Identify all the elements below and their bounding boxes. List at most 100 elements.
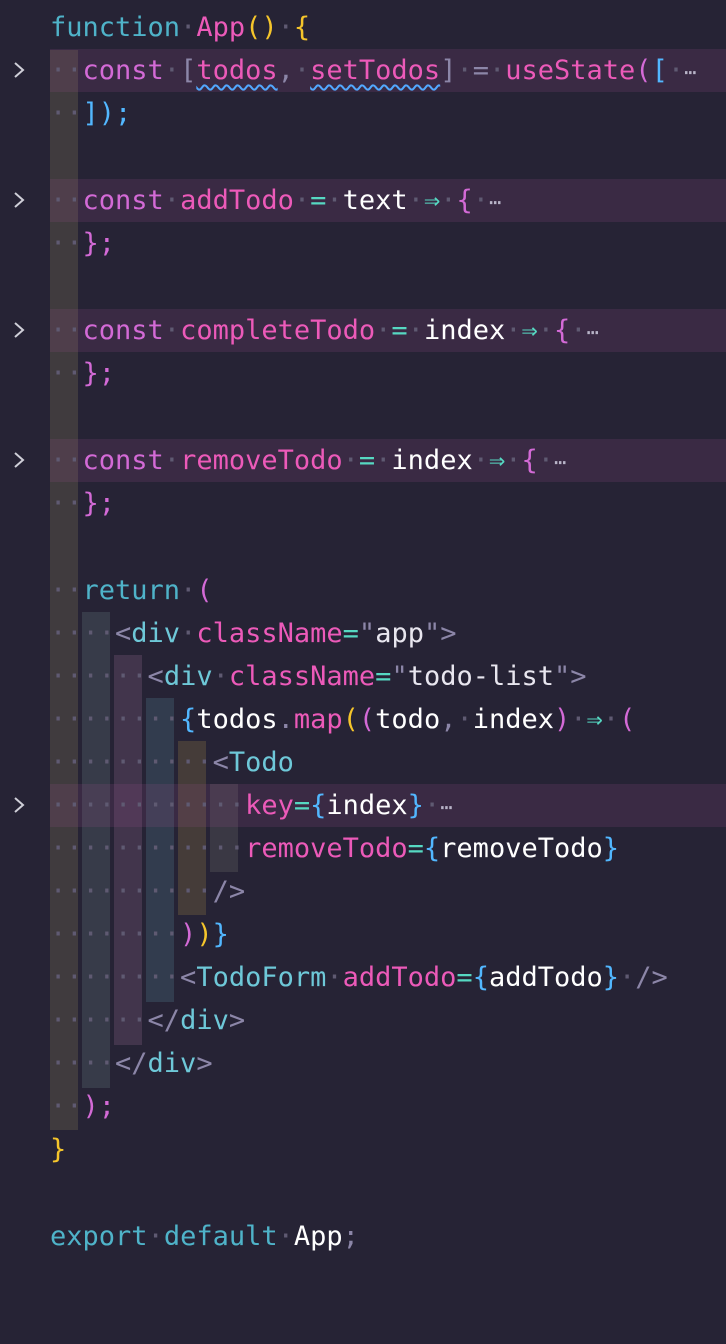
code-line-folded[interactable]: ··const·removeTodo·=·index·⇒·{·⋯ [0, 439, 726, 482]
bracket: [ [180, 55, 197, 86]
bracket: { [456, 185, 473, 216]
code-line[interactable]: ········<TodoForm·addTodo={addTodo}·/> [0, 956, 726, 999]
operator: = [342, 618, 359, 649]
code-line[interactable]: ············removeTodo={removeTodo} [0, 827, 726, 870]
chevron-right-icon[interactable] [10, 61, 28, 79]
function-call: useState [505, 55, 636, 86]
keyword: function [50, 12, 181, 43]
code-line-folded[interactable]: ··const·[todos,·setTodos]·=·useState([·⋯ [0, 49, 726, 92]
operator: = [407, 833, 424, 864]
bracket: ( [619, 704, 636, 735]
bracket: ( [358, 704, 376, 735]
punctuation: . [277, 704, 294, 735]
bracket: ( [635, 55, 652, 86]
code-line[interactable]: ··]); [0, 92, 726, 135]
bracket: ) [196, 919, 213, 950]
tag-bracket: > [570, 661, 587, 692]
tag-bracket: < [115, 618, 132, 649]
ellipsis-icon[interactable]: ⋯ [489, 190, 501, 214]
jsx-tag: div [147, 1048, 197, 1079]
bracket: }; [82, 358, 116, 389]
code-line[interactable]: ········{todos.map((todo,·index)·⇒·( [0, 698, 726, 741]
operator: = [456, 962, 473, 993]
jsx-attribute: addTodo [342, 962, 457, 993]
bracket: ) [554, 704, 571, 735]
jsx-attribute: removeTodo [245, 833, 408, 864]
punctuation: , [440, 704, 457, 735]
function-name: removeTodo [180, 445, 343, 476]
ellipsis-icon[interactable]: ⋯ [554, 450, 566, 474]
bracket: } [50, 1134, 67, 1165]
ellipsis-icon[interactable]: ⋯ [587, 320, 599, 344]
code-line[interactable]: ··········/> [0, 870, 726, 913]
code-line[interactable]: ··}; [0, 222, 726, 265]
jsx-tag: div [180, 1005, 229, 1036]
variable: removeTodo [440, 833, 603, 864]
bracket: ) [180, 919, 197, 950]
parameter: index [423, 315, 506, 346]
code-line[interactable]: ········))} [0, 913, 726, 956]
parameter: todo [375, 704, 441, 735]
arrow-operator: ⇒ [586, 704, 603, 735]
tag-bracket: > [440, 618, 457, 649]
bracket: [ [651, 55, 668, 86]
string: app [375, 618, 424, 649]
punctuation: " [358, 618, 376, 649]
bracket: { [554, 315, 571, 346]
code-line[interactable]: export·default·App; [0, 1215, 726, 1258]
tag-bracket: </ [115, 1048, 148, 1079]
bracket: }; [82, 488, 116, 519]
bracket: ]); [82, 98, 132, 129]
tag-bracket: </ [147, 1005, 181, 1036]
keyword: default [163, 1221, 278, 1252]
ellipsis-icon[interactable]: ⋯ [440, 795, 452, 819]
code-line[interactable]: ······</div> [0, 999, 726, 1042]
chevron-right-icon[interactable] [10, 796, 28, 814]
code-line[interactable]: ··}; [0, 352, 726, 395]
operator: = [375, 661, 392, 692]
parameter: index [391, 445, 473, 476]
tag-bracket: > [228, 1005, 246, 1036]
code-line[interactable]: ··return·( [0, 569, 726, 612]
variable: todos [196, 704, 278, 735]
code-line-folded[interactable]: ············key={index}·⋯ [0, 784, 726, 827]
keyword: return [82, 575, 181, 606]
variable: setTodos [310, 55, 441, 86]
bracket: { [310, 790, 327, 821]
operator: = [358, 445, 376, 476]
parameter: index [472, 704, 555, 735]
function-name: completeTodo [180, 315, 376, 346]
ellipsis-icon[interactable]: ⋯ [684, 60, 696, 84]
chevron-right-icon[interactable] [10, 191, 28, 209]
punctuation: , [277, 55, 294, 86]
bracket: ); [82, 1091, 116, 1122]
jsx-attribute: className [228, 661, 376, 692]
bracket: { [180, 704, 197, 735]
code-line[interactable]: ··········<Todo [0, 741, 726, 784]
code-line[interactable]: ······<div·className="todo-list"> [0, 655, 726, 698]
code-line[interactable]: ····<div·className="app"> [0, 612, 726, 655]
code-line-folded[interactable]: ··const·addTodo·=·text·⇒·{·⋯ [0, 179, 726, 222]
code-editor[interactable]: function·App()·{ ··const·[todos,·setTodo… [0, 0, 726, 1264]
code-line[interactable]: function·App()·{ [0, 6, 726, 49]
operator: = [293, 790, 311, 821]
bracket: { [472, 962, 489, 993]
code-line[interactable]: ··}; [0, 482, 726, 525]
tag-bracket: > [196, 1048, 213, 1079]
bracket: }; [82, 228, 116, 259]
chevron-right-icon[interactable] [10, 451, 28, 469]
bracket: ] [440, 55, 457, 86]
code-line[interactable]: } [0, 1128, 726, 1171]
jsx-component: Todo [228, 747, 294, 778]
code-line[interactable]: ··); [0, 1085, 726, 1128]
punctuation: ; [342, 1221, 359, 1252]
chevron-right-icon[interactable] [10, 321, 28, 339]
variable: addTodo [488, 962, 603, 993]
jsx-attribute: className [196, 618, 343, 649]
punctuation: " [554, 661, 571, 692]
parameter: text [342, 185, 408, 216]
code-line[interactable]: ····</div> [0, 1042, 726, 1085]
keyword: const [82, 55, 164, 86]
variable: index [326, 790, 408, 821]
code-line-folded[interactable]: ··const·completeTodo·=·index·⇒·{·⋯ [0, 309, 726, 352]
